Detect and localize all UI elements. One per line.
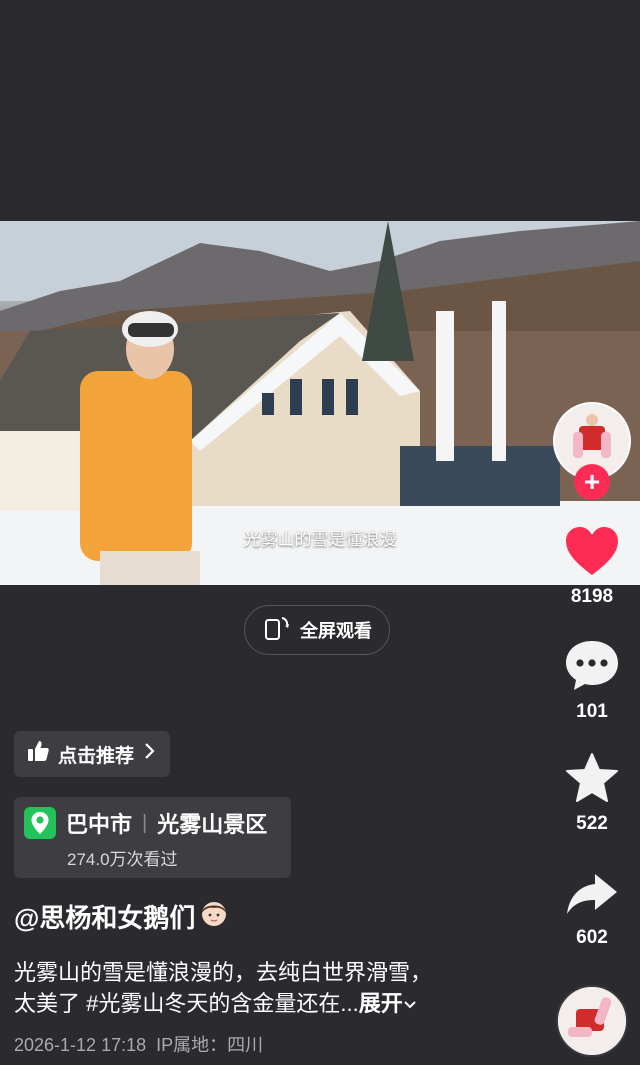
location-pin-icon: [24, 807, 56, 839]
fullscreen-button[interactable]: 全屏观看: [244, 605, 390, 655]
share-count: 602: [576, 927, 608, 948]
location-place: 光雾山景区: [157, 812, 268, 837]
location-separator: |: [142, 811, 148, 834]
like-button[interactable]: 8198: [553, 525, 631, 608]
ip-location: IP属地：四川: [156, 1035, 264, 1055]
share-button[interactable]: 602: [553, 872, 631, 949]
favorite-count: 522: [576, 813, 608, 834]
author-handle: @思杨和女鹅们: [14, 903, 196, 933]
music-disc[interactable]: [556, 985, 628, 1057]
description-line-1: 光雾山的雪是懂浪漫的，去纯白世界滑雪，: [14, 960, 433, 985]
recommend-label: 点击推荐: [58, 745, 135, 767]
girl-face-emoji-icon: [199, 898, 229, 935]
recommend-button[interactable]: 点击推荐: [14, 731, 171, 777]
music-cover-image: [558, 987, 626, 1055]
like-count: 8198: [570, 586, 614, 607]
comment-button[interactable]: 101: [553, 638, 631, 723]
author-handle-link[interactable]: @思杨和女鹅们: [14, 898, 229, 935]
star-icon: [565, 753, 619, 808]
share-arrow-icon: [565, 874, 619, 922]
video-subtitle: 光雾山的雪是懂浪漫: [243, 530, 397, 549]
favorite-button[interactable]: 522: [553, 752, 631, 835]
chevron-right-icon: [142, 742, 156, 766]
location-card[interactable]: 巴中市 | 光雾山景区 274.0万次看过: [14, 797, 291, 878]
video-player[interactable]: 光雾山的雪是懂浪漫: [0, 221, 640, 585]
heart-icon: [564, 527, 620, 581]
description-line-2: 太美了 #光雾山冬天的含金量还在...: [14, 991, 359, 1016]
chevron-down-icon: [403, 991, 417, 1016]
expand-link[interactable]: 展开: [359, 991, 417, 1016]
thumbs-up-icon: [26, 739, 50, 769]
location-views: 274.0万次看过: [67, 850, 178, 869]
follow-button[interactable]: +: [574, 464, 610, 500]
comment-count: 101: [576, 701, 608, 722]
phone-rotate-icon: [262, 614, 290, 647]
post-meta: 2026-1-12 17:18 IP属地：四川: [14, 1031, 263, 1057]
post-datetime: 2026-1-12 17:18: [14, 1035, 147, 1055]
expand-label: 展开: [358, 991, 403, 1016]
fullscreen-label: 全屏观看: [300, 621, 372, 641]
location-city: 巴中市: [66, 812, 133, 837]
video-description: 光雾山的雪是懂浪漫的，去纯白世界滑雪， 太美了 #光雾山冬天的含金量还在...展…: [14, 957, 474, 1019]
comment-bubble-icon: [564, 641, 620, 696]
